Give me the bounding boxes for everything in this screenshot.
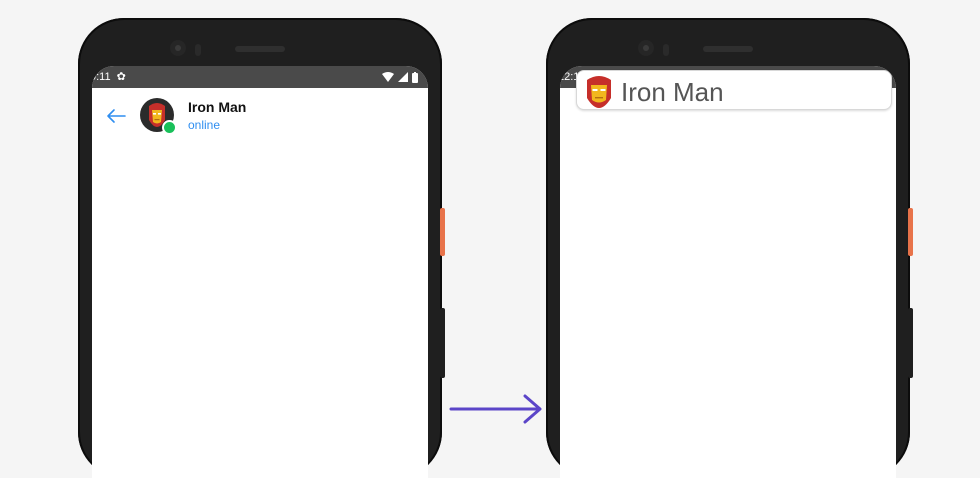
contact-name: Iron Man [621,77,724,107]
screen: 12:16 ✿ Iron Man [560,66,896,478]
gear-icon: ✿ [116,70,126,83]
volume-button [440,308,445,378]
battery-icon [412,71,418,83]
volume-button [908,308,913,378]
back-arrow-icon[interactable] [106,108,126,124]
phone-left: 9:11 ✿ Iron Man online [78,18,445,478]
signal-icon [398,72,408,82]
contact-status: online [188,118,221,132]
online-indicator [162,120,177,135]
iron-man-icon [587,76,611,108]
sensor [195,44,201,56]
earpiece-speaker [235,46,285,52]
chat-header: Iron Man online [92,88,428,148]
status-bar: 9:11 ✿ [92,66,428,88]
phone-right: 12:16 ✿ Iron Man [546,18,913,478]
wifi-icon [382,72,394,82]
power-button [908,208,913,256]
earpiece-speaker [703,46,753,52]
header-card[interactable]: Iron Man [576,70,892,110]
screen: 9:11 ✿ Iron Man online [92,66,428,478]
sensor [663,44,669,56]
front-camera [170,40,186,56]
power-button [440,208,445,256]
status-time: 9:11 [92,71,111,83]
right-arrow-icon [449,394,542,424]
contact-name[interactable]: Iron Man [188,99,246,115]
front-camera [638,40,654,56]
